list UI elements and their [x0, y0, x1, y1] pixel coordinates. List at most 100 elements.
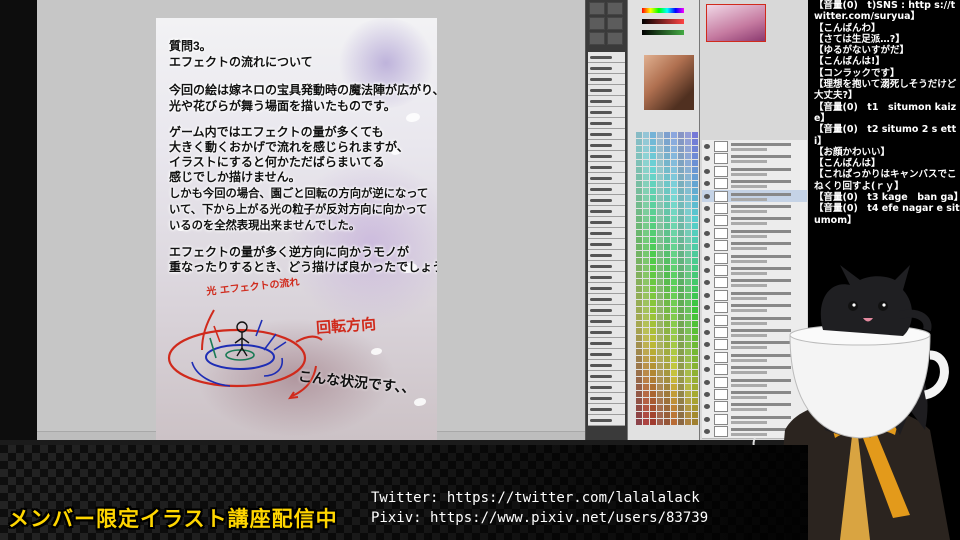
color-swatch[interactable]	[636, 181, 642, 187]
color-swatch[interactable]	[678, 377, 684, 383]
color-swatch[interactable]	[650, 223, 656, 229]
color-swatch[interactable]	[671, 314, 677, 320]
eye-icon[interactable]	[704, 404, 710, 410]
color-swatch[interactable]	[664, 258, 670, 264]
color-swatch[interactable]	[636, 209, 642, 215]
color-swatch[interactable]	[664, 251, 670, 257]
color-swatch[interactable]	[692, 209, 698, 215]
color-swatch[interactable]	[685, 384, 691, 390]
color-swatch[interactable]	[671, 223, 677, 229]
color-swatch[interactable]	[692, 216, 698, 222]
color-swatch[interactable]	[636, 377, 642, 383]
color-swatch[interactable]	[685, 419, 691, 425]
color-swatch[interactable]	[643, 328, 649, 334]
eye-icon[interactable]	[704, 354, 710, 360]
color-swatch[interactable]	[664, 272, 670, 278]
color-swatch[interactable]	[664, 279, 670, 285]
color-swatch[interactable]	[643, 202, 649, 208]
color-swatch[interactable]	[671, 160, 677, 166]
color-swatch[interactable]	[692, 314, 698, 320]
color-swatch[interactable]	[664, 132, 670, 138]
color-swatch[interactable]	[671, 167, 677, 173]
color-swatch[interactable]	[643, 349, 649, 355]
color-swatch[interactable]	[671, 300, 677, 306]
color-swatch[interactable]	[671, 363, 677, 369]
color-swatch[interactable]	[678, 216, 684, 222]
color-swatch[interactable]	[636, 328, 642, 334]
color-swatch[interactable]	[685, 265, 691, 271]
color-swatch[interactable]	[671, 265, 677, 271]
color-swatch[interactable]	[678, 363, 684, 369]
color-swatch[interactable]	[636, 342, 642, 348]
color-swatch[interactable]	[692, 251, 698, 257]
color-swatch[interactable]	[692, 293, 698, 299]
color-swatch[interactable]	[650, 167, 656, 173]
color-swatch[interactable]	[685, 286, 691, 292]
color-swatch[interactable]	[671, 328, 677, 334]
brush-preset[interactable]	[588, 162, 625, 173]
color-swatch[interactable]	[692, 181, 698, 187]
color-swatch[interactable]	[657, 398, 663, 404]
color-swatch[interactable]	[678, 398, 684, 404]
color-swatch[interactable]	[657, 356, 663, 362]
color-swatch[interactable]	[664, 349, 670, 355]
color-swatch[interactable]	[643, 321, 649, 327]
brush-preset[interactable]	[588, 294, 625, 305]
color-swatch[interactable]	[650, 384, 656, 390]
color-swatch[interactable]	[692, 132, 698, 138]
color-swatch[interactable]	[650, 195, 656, 201]
color-swatch[interactable]	[678, 195, 684, 201]
color-swatch[interactable]	[650, 237, 656, 243]
color-swatch[interactable]	[636, 272, 642, 278]
color-swatch[interactable]	[657, 335, 663, 341]
color-swatch[interactable]	[678, 342, 684, 348]
color-swatch[interactable]	[636, 216, 642, 222]
color-swatch[interactable]	[636, 167, 642, 173]
color-swatch[interactable]	[657, 342, 663, 348]
color-swatch[interactable]	[678, 405, 684, 411]
color-swatch[interactable]	[643, 272, 649, 278]
brush-preset[interactable]	[588, 239, 625, 250]
color-swatch[interactable]	[671, 307, 677, 313]
color-swatch[interactable]	[636, 237, 642, 243]
color-swatch[interactable]	[650, 300, 656, 306]
color-swatch[interactable]	[685, 398, 691, 404]
color-swatch[interactable]	[678, 391, 684, 397]
brush-preset[interactable]	[588, 85, 625, 96]
color-swatch[interactable]	[650, 230, 656, 236]
color-swatch[interactable]	[685, 349, 691, 355]
color-swatch[interactable]	[657, 384, 663, 390]
color-swatch[interactable]	[664, 181, 670, 187]
color-swatch[interactable]	[678, 419, 684, 425]
color-swatch[interactable]	[692, 307, 698, 313]
color-swatch[interactable]	[692, 405, 698, 411]
brush-preset[interactable]	[588, 206, 625, 217]
eye-icon[interactable]	[704, 429, 710, 435]
color-swatch[interactable]	[664, 356, 670, 362]
color-swatch[interactable]	[636, 307, 642, 313]
brush-preset[interactable]	[588, 316, 625, 327]
brush-preset[interactable]	[588, 338, 625, 349]
color-swatch[interactable]	[636, 279, 642, 285]
color-swatch[interactable]	[657, 174, 663, 180]
color-swatch[interactable]	[678, 307, 684, 313]
color-swatch[interactable]	[650, 342, 656, 348]
color-swatch[interactable]	[678, 244, 684, 250]
color-swatch[interactable]	[643, 258, 649, 264]
color-swatch[interactable]	[671, 398, 677, 404]
color-swatch[interactable]	[643, 265, 649, 271]
color-swatch[interactable]	[692, 342, 698, 348]
color-swatch[interactable]	[657, 202, 663, 208]
color-swatch[interactable]	[671, 419, 677, 425]
color-swatch[interactable]	[692, 335, 698, 341]
color-swatch[interactable]	[643, 370, 649, 376]
tool-button[interactable]	[607, 17, 623, 30]
color-swatch[interactable]	[643, 174, 649, 180]
color-swatch[interactable]	[685, 188, 691, 194]
color-slider-bar[interactable]	[642, 19, 684, 24]
color-swatch[interactable]	[671, 146, 677, 152]
color-swatch[interactable]	[636, 356, 642, 362]
color-swatch[interactable]	[664, 412, 670, 418]
color-swatch[interactable]	[678, 237, 684, 243]
color-swatch[interactable]	[650, 272, 656, 278]
